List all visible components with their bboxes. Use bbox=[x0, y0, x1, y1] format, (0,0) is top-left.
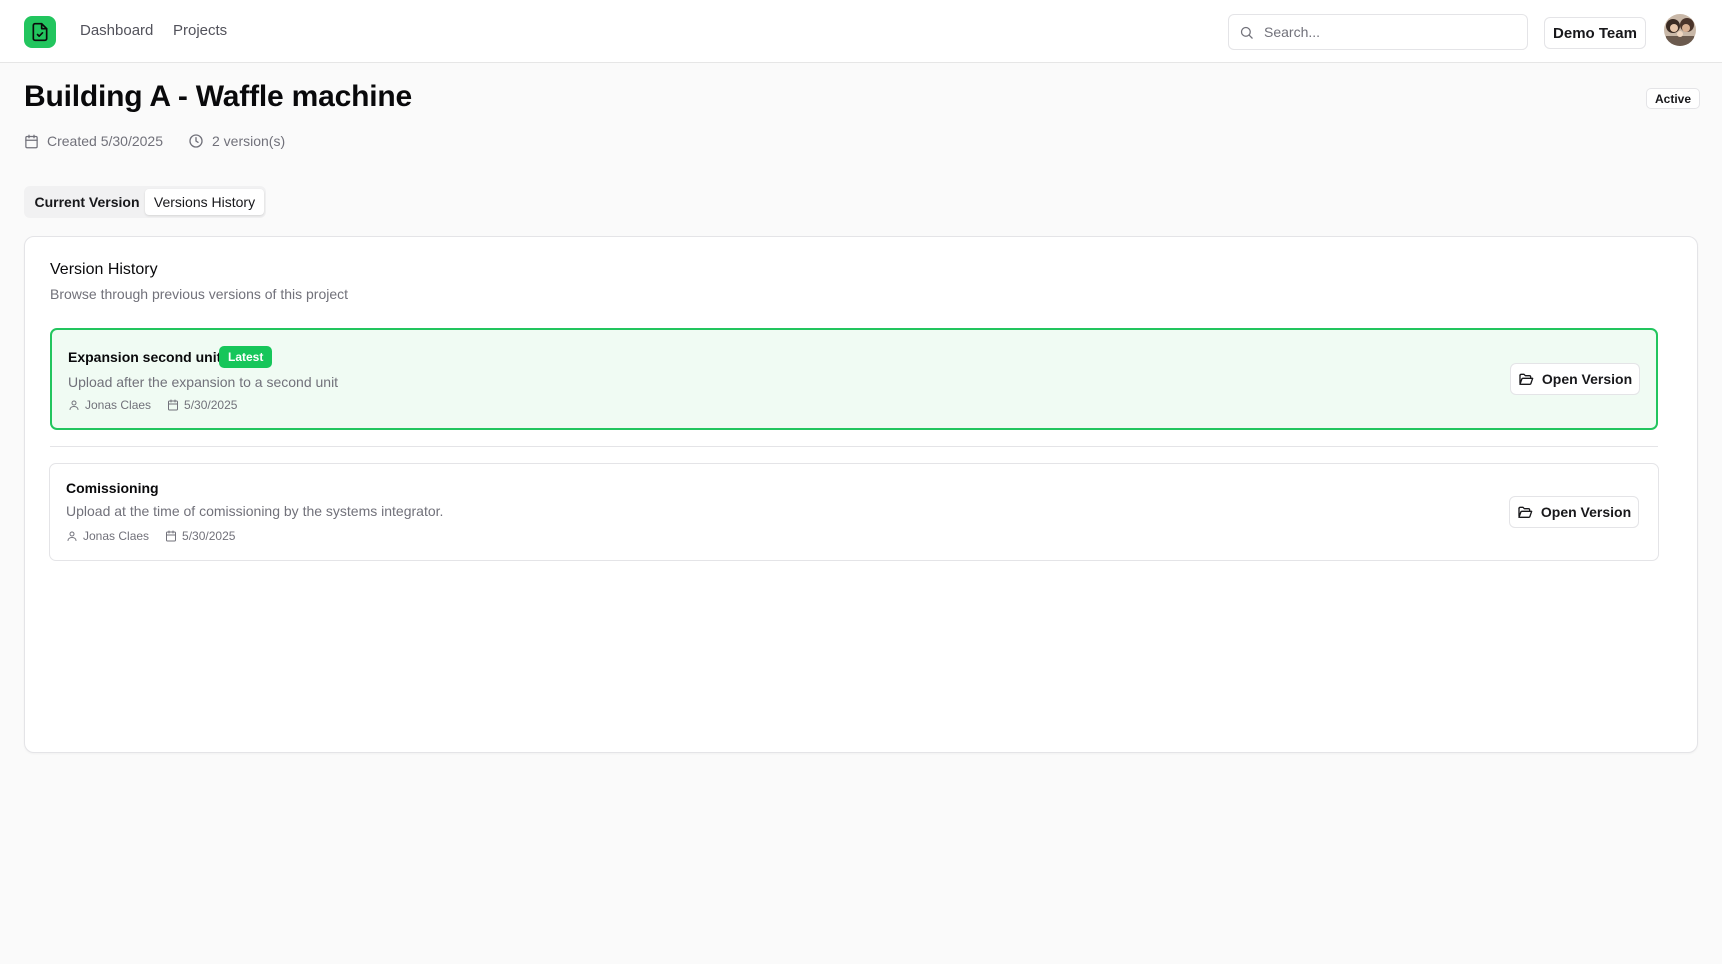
folder-open-icon bbox=[1518, 506, 1533, 518]
open-version-button[interactable]: Open Version bbox=[1509, 496, 1639, 528]
version-card-latest: Expansion second unit Latest Upload afte… bbox=[50, 328, 1658, 430]
user-avatar[interactable] bbox=[1664, 14, 1696, 46]
user-icon bbox=[67, 531, 77, 541]
nav-projects-link[interactable]: Projects bbox=[173, 22, 227, 39]
tab-current-version[interactable]: Current Version bbox=[28, 189, 146, 215]
avatar-image bbox=[1664, 14, 1696, 46]
open-version-label: Open Version bbox=[1541, 371, 1633, 387]
version-name: Expansion second unit bbox=[68, 349, 222, 365]
version-card: Comissioning Upload at the time of comis… bbox=[49, 463, 1659, 561]
created-date: Created 5/30/2025 bbox=[24, 133, 163, 149]
app-logo[interactable] bbox=[24, 16, 56, 48]
team-switcher-button[interactable]: Demo Team bbox=[1544, 17, 1646, 49]
tab-list: Current Version Versions History bbox=[24, 186, 266, 218]
version-history-panel: Version History Browse through previous … bbox=[24, 236, 1698, 753]
calendar-icon bbox=[168, 399, 179, 411]
search-input[interactable] bbox=[1262, 23, 1516, 41]
version-author: Jonas Claes bbox=[83, 529, 150, 543]
calendar-icon bbox=[25, 134, 38, 148]
divider bbox=[50, 446, 1658, 447]
version-name: Comissioning bbox=[66, 480, 159, 496]
search-box bbox=[1228, 14, 1528, 50]
status-badge: Active bbox=[1646, 88, 1701, 109]
nav-dashboard-link[interactable]: Dashboard bbox=[80, 22, 153, 39]
folder-open-icon bbox=[1519, 373, 1534, 385]
version-count: 2 version(s) bbox=[188, 133, 285, 149]
top-navigation-bar: Dashboard Projects Demo Team bbox=[0, 0, 1722, 63]
search-icon bbox=[1240, 26, 1253, 39]
tab-versions-history[interactable]: Versions History bbox=[145, 189, 264, 215]
version-date: 5/30/2025 bbox=[182, 529, 236, 543]
panel-title: Version History bbox=[50, 261, 158, 278]
version-date: 5/30/2025 bbox=[184, 398, 238, 412]
page-title: Building A - Waffle machine bbox=[24, 80, 412, 113]
version-count-text: 2 version(s) bbox=[212, 133, 286, 149]
user-icon bbox=[69, 400, 79, 410]
latest-badge: Latest bbox=[219, 346, 273, 368]
clock-icon bbox=[189, 134, 203, 148]
version-author: Jonas Claes bbox=[85, 398, 152, 412]
version-description: Upload after the expansion to a second u… bbox=[68, 374, 339, 390]
open-version-button[interactable]: Open Version bbox=[1510, 363, 1640, 395]
open-version-label: Open Version bbox=[1540, 504, 1632, 520]
version-meta: Jonas Claes 5/30/2025 bbox=[68, 398, 253, 412]
calendar-icon bbox=[166, 530, 177, 542]
version-meta: Jonas Claes 5/30/2025 bbox=[66, 529, 251, 543]
file-check-icon bbox=[32, 22, 48, 42]
panel-description: Browse through previous versions of this… bbox=[50, 286, 349, 302]
version-description: Upload at the time of comissioning by th… bbox=[66, 503, 444, 519]
created-date-text: Created 5/30/2025 bbox=[47, 133, 163, 149]
